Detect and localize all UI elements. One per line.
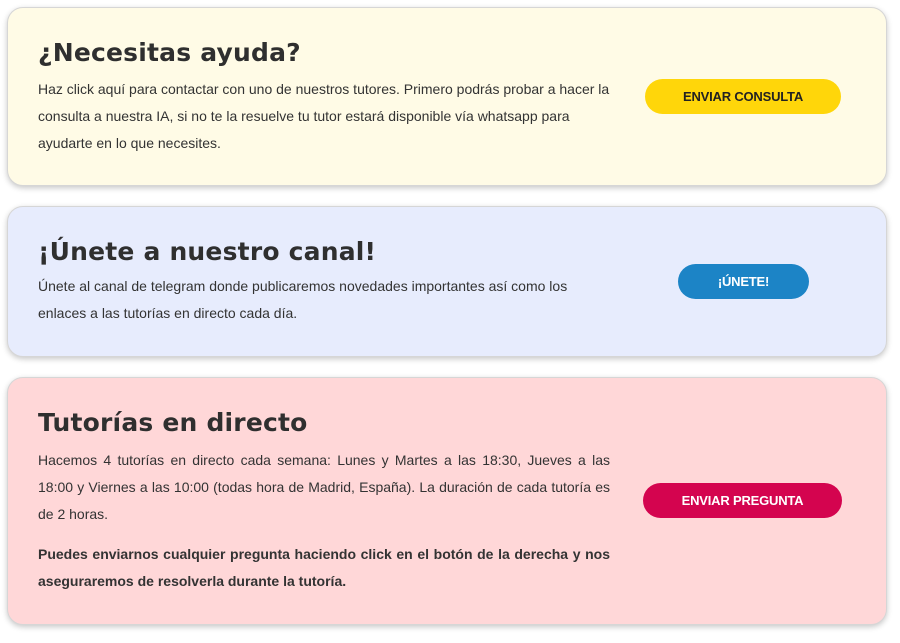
enviar-pregunta-button[interactable]: ENVIAR PREGUNTA	[643, 483, 842, 518]
live-title: Tutorías en directo	[38, 408, 308, 437]
unete-button[interactable]: ¡ÚNETE!	[678, 264, 809, 299]
help-title: ¿Necesitas ayuda?	[38, 38, 301, 67]
channel-text: Únete al canal de telegram donde publica…	[38, 278, 568, 321]
enviar-consulta-button[interactable]: ENVIAR CONSULTA	[645, 79, 841, 114]
live-text: Hacemos 4 tutorías en directo cada seman…	[38, 452, 610, 522]
help-text: Haz click aquí para contactar con uno de…	[38, 81, 610, 151]
channel-card: ¡Únete a nuestro canal! Únete al canal d…	[7, 206, 887, 357]
live-tutorials-card: Tutorías en directo Hacemos 4 tutorías e…	[7, 377, 887, 625]
help-card: ¿Necesitas ayuda? Haz click aquí para co…	[7, 7, 887, 186]
live-note: Puedes enviarnos cualquier pregunta haci…	[38, 546, 610, 589]
channel-title: ¡Únete a nuestro canal!	[38, 237, 377, 266]
